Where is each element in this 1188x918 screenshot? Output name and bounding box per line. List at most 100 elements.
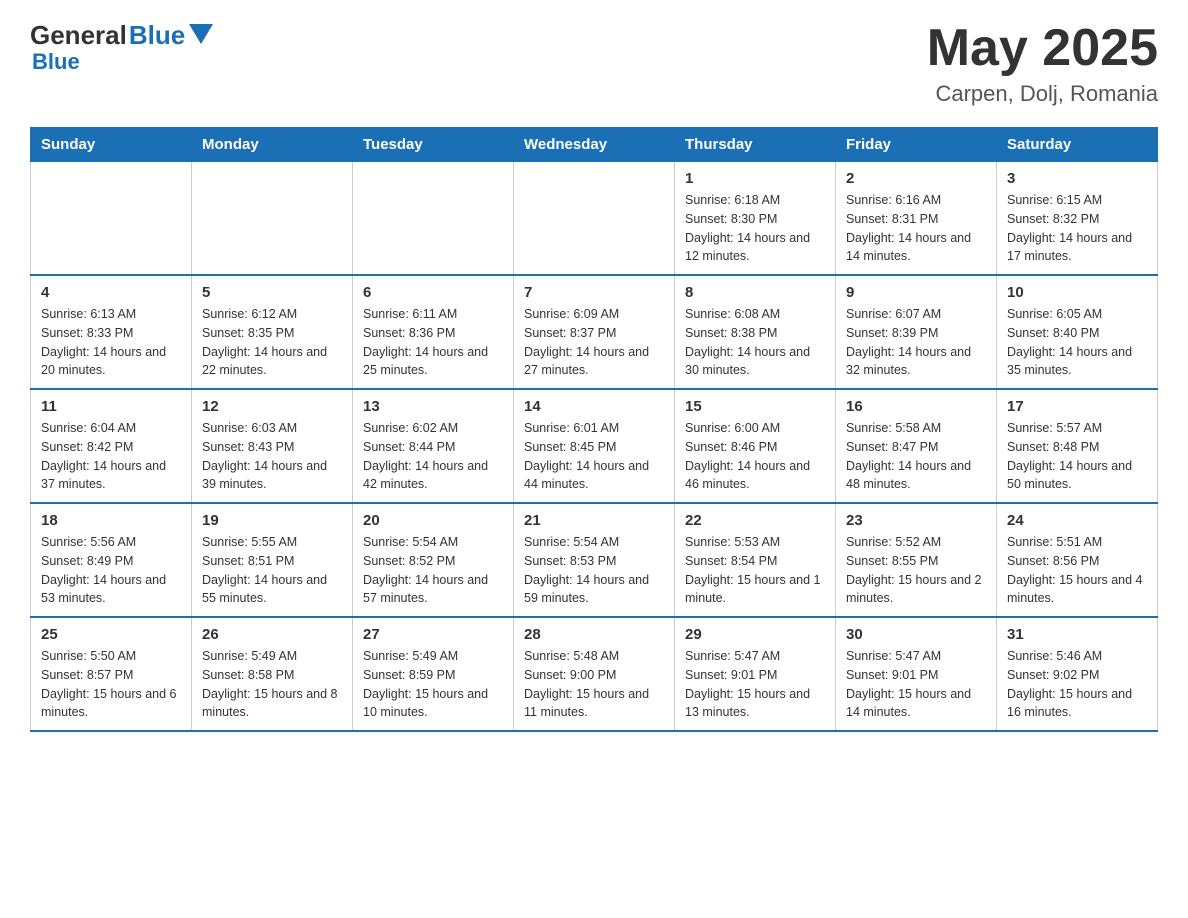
day-info: Sunrise: 5:52 AM Sunset: 8:55 PM Dayligh… — [846, 533, 986, 608]
day-number: 25 — [41, 626, 181, 643]
day-number: 17 — [1007, 398, 1147, 415]
day-info: Sunrise: 6:16 AM Sunset: 8:31 PM Dayligh… — [846, 191, 986, 266]
day-info: Sunrise: 6:01 AM Sunset: 8:45 PM Dayligh… — [524, 419, 664, 494]
calendar-cell — [514, 162, 675, 276]
day-info: Sunrise: 5:54 AM Sunset: 8:52 PM Dayligh… — [363, 533, 503, 608]
day-info: Sunrise: 5:57 AM Sunset: 8:48 PM Dayligh… — [1007, 419, 1147, 494]
day-number: 18 — [41, 512, 181, 529]
calendar-cell: 1Sunrise: 6:18 AM Sunset: 8:30 PM Daylig… — [675, 162, 836, 276]
day-number: 24 — [1007, 512, 1147, 529]
day-info: Sunrise: 5:54 AM Sunset: 8:53 PM Dayligh… — [524, 533, 664, 608]
calendar-cell: 31 Sunrise: 5:46 AM Sunset: 9:02 PM Dayli… — [997, 617, 1158, 731]
calendar-cell: 13Sunrise: 6:02 AM Sunset: 8:44 PM Dayli… — [353, 389, 514, 503]
day-info: Sunrise: 6:12 AM Sunset: 8:35 PM Dayligh… — [202, 305, 342, 380]
day-info: Sunrise: 6:03 AM Sunset: 8:43 PM Dayligh… — [202, 419, 342, 494]
calendar-cell: 12Sunrise: 6:03 AM Sunset: 8:43 PM Dayli… — [192, 389, 353, 503]
day-number: 14 — [524, 398, 664, 415]
day-info: Sunrise: 6:11 AM Sunset: 8:36 PM Dayligh… — [363, 305, 503, 380]
day-number: 8 — [685, 284, 825, 301]
col-saturday: Saturday — [997, 128, 1158, 162]
logo: General Blue Blue — [30, 20, 213, 75]
logo-triangle-icon — [189, 24, 213, 44]
day-number: 3 — [1007, 170, 1147, 187]
calendar-cell: 5 Sunrise: 6:12 AM Sunset: 8:35 PM Daylig… — [192, 275, 353, 389]
day-number: 7 — [524, 284, 664, 301]
day-info: Sunrise: 6:07 AM Sunset: 8:39 PM Dayligh… — [846, 305, 986, 380]
col-thursday: Thursday — [675, 128, 836, 162]
page-subtitle: Carpen, Dolj, Romania — [927, 81, 1158, 107]
calendar-cell: 11Sunrise: 6:04 AM Sunset: 8:42 PM Dayli… — [31, 389, 192, 503]
day-number: 28 — [524, 626, 664, 643]
day-info: Sunrise: 6:00 AM Sunset: 8:46 PM Dayligh… — [685, 419, 825, 494]
calendar-cell: 23 Sunrise: 5:52 AM Sunset: 8:55 PM Dayli… — [836, 503, 997, 617]
day-info: Sunrise: 5:46 AM Sunset: 9:02 PM Dayligh… — [1007, 647, 1147, 722]
calendar-cell: 9Sunrise: 6:07 AM Sunset: 8:39 PM Daylig… — [836, 275, 997, 389]
calendar-cell: 19Sunrise: 5:55 AM Sunset: 8:51 PM Dayli… — [192, 503, 353, 617]
calendar-cell: 30Sunrise: 5:47 AM Sunset: 9:01 PM Dayli… — [836, 617, 997, 731]
logo-general-text: General — [30, 20, 127, 51]
day-number: 11 — [41, 398, 181, 415]
day-info: Sunrise: 5:47 AM Sunset: 9:01 PM Dayligh… — [846, 647, 986, 722]
col-monday: Monday — [192, 128, 353, 162]
week-row-5: 25 Sunrise: 5:50 AM Sunset: 8:57 PM Dayli… — [31, 617, 1158, 731]
calendar-cell: 6 Sunrise: 6:11 AM Sunset: 8:36 PM Daylig… — [353, 275, 514, 389]
calendar-cell: 3Sunrise: 6:15 AM Sunset: 8:32 PM Daylig… — [997, 162, 1158, 276]
calendar-cell: 4 Sunrise: 6:13 AM Sunset: 8:33 PM Daylig… — [31, 275, 192, 389]
day-info: Sunrise: 5:55 AM Sunset: 8:51 PM Dayligh… — [202, 533, 342, 608]
calendar-table: Sunday Monday Tuesday Wednesday Thursday… — [30, 127, 1158, 732]
day-number: 15 — [685, 398, 825, 415]
day-number: 6 — [363, 284, 503, 301]
page-title: May 2025 — [927, 20, 1158, 77]
day-number: 5 — [202, 284, 342, 301]
week-row-4: 18Sunrise: 5:56 AM Sunset: 8:49 PM Dayli… — [31, 503, 1158, 617]
calendar-cell: 18Sunrise: 5:56 AM Sunset: 8:49 PM Dayli… — [31, 503, 192, 617]
day-info: Sunrise: 6:18 AM Sunset: 8:30 PM Dayligh… — [685, 191, 825, 266]
day-number: 21 — [524, 512, 664, 529]
calendar-cell: 27Sunrise: 5:49 AM Sunset: 8:59 PM Dayli… — [353, 617, 514, 731]
calendar-cell: 20 Sunrise: 5:54 AM Sunset: 8:52 PM Dayli… — [353, 503, 514, 617]
day-info: Sunrise: 5:58 AM Sunset: 8:47 PM Dayligh… — [846, 419, 986, 494]
calendar-cell: 25 Sunrise: 5:50 AM Sunset: 8:57 PM Dayli… — [31, 617, 192, 731]
day-number: 10 — [1007, 284, 1147, 301]
day-info: Sunrise: 5:49 AM Sunset: 8:59 PM Dayligh… — [363, 647, 503, 722]
calendar-cell: 7 Sunrise: 6:09 AM Sunset: 8:37 PM Daylig… — [514, 275, 675, 389]
day-info: Sunrise: 5:49 AM Sunset: 8:58 PM Dayligh… — [202, 647, 342, 722]
day-info: Sunrise: 5:51 AM Sunset: 8:56 PM Dayligh… — [1007, 533, 1147, 608]
day-info: Sunrise: 5:50 AM Sunset: 8:57 PM Dayligh… — [41, 647, 181, 722]
day-number: 2 — [846, 170, 986, 187]
day-info: Sunrise: 5:47 AM Sunset: 9:01 PM Dayligh… — [685, 647, 825, 722]
calendar-cell: 8 Sunrise: 6:08 AM Sunset: 8:38 PM Daylig… — [675, 275, 836, 389]
day-info: Sunrise: 6:13 AM Sunset: 8:33 PM Dayligh… — [41, 305, 181, 380]
calendar-cell: 2 Sunrise: 6:16 AM Sunset: 8:31 PM Daylig… — [836, 162, 997, 276]
col-tuesday: Tuesday — [353, 128, 514, 162]
day-info: Sunrise: 6:09 AM Sunset: 8:37 PM Dayligh… — [524, 305, 664, 380]
day-number: 16 — [846, 398, 986, 415]
col-wednesday: Wednesday — [514, 128, 675, 162]
day-info: Sunrise: 6:02 AM Sunset: 8:44 PM Dayligh… — [363, 419, 503, 494]
day-number: 26 — [202, 626, 342, 643]
day-number: 20 — [363, 512, 503, 529]
col-sunday: Sunday — [31, 128, 192, 162]
day-info: Sunrise: 5:53 AM Sunset: 8:54 PM Dayligh… — [685, 533, 825, 608]
calendar-cell — [192, 162, 353, 276]
day-info: Sunrise: 5:48 AM Sunset: 9:00 PM Dayligh… — [524, 647, 664, 722]
day-info: Sunrise: 6:08 AM Sunset: 8:38 PM Dayligh… — [685, 305, 825, 380]
day-number: 4 — [41, 284, 181, 301]
calendar-cell: 15 Sunrise: 6:00 AM Sunset: 8:46 PM Dayli… — [675, 389, 836, 503]
calendar-cell: 10 Sunrise: 6:05 AM Sunset: 8:40 PM Dayli… — [997, 275, 1158, 389]
day-number: 22 — [685, 512, 825, 529]
calendar-cell: 17 Sunrise: 5:57 AM Sunset: 8:48 PM Dayli… — [997, 389, 1158, 503]
logo-sub-text: Blue — [30, 49, 80, 75]
col-friday: Friday — [836, 128, 997, 162]
day-number: 31 — [1007, 626, 1147, 643]
calendar-cell: 22 Sunrise: 5:53 AM Sunset: 8:54 PM Dayli… — [675, 503, 836, 617]
day-info: Sunrise: 6:05 AM Sunset: 8:40 PM Dayligh… — [1007, 305, 1147, 380]
title-block: May 2025 Carpen, Dolj, Romania — [927, 20, 1158, 107]
week-row-3: 11Sunrise: 6:04 AM Sunset: 8:42 PM Dayli… — [31, 389, 1158, 503]
calendar-cell: 16 Sunrise: 5:58 AM Sunset: 8:47 PM Dayli… — [836, 389, 997, 503]
page-header: General Blue Blue May 2025 Carpen, Dolj,… — [30, 20, 1158, 107]
week-row-2: 4 Sunrise: 6:13 AM Sunset: 8:33 PM Daylig… — [31, 275, 1158, 389]
calendar-cell: 29Sunrise: 5:47 AM Sunset: 9:01 PM Dayli… — [675, 617, 836, 731]
calendar-cell — [31, 162, 192, 276]
day-number: 23 — [846, 512, 986, 529]
